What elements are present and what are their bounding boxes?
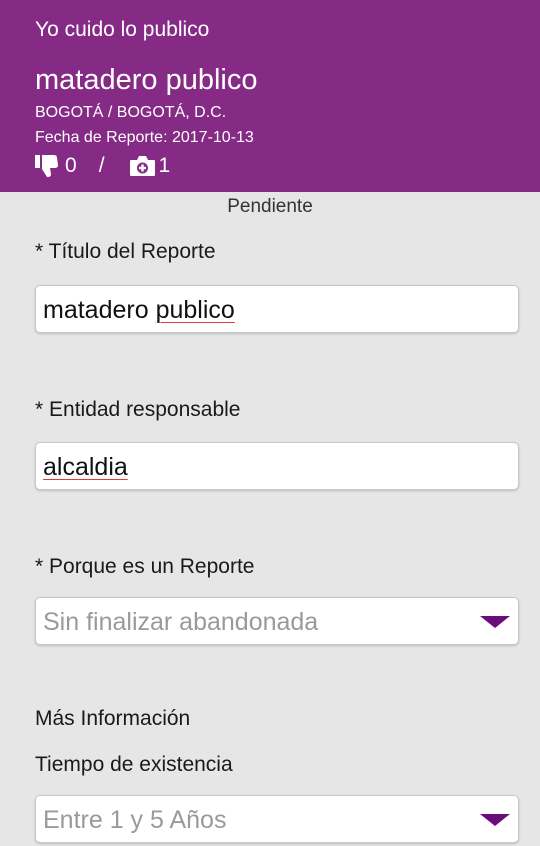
title-input-value: matadero publico (43, 296, 235, 324)
time-label: Tiempo de existencia (35, 753, 233, 776)
photo-count: 1 (158, 154, 171, 177)
entity-input[interactable]: alcaldia (35, 442, 519, 490)
entity-input-value: alcaldia (43, 453, 128, 481)
report-name: matadero publico (35, 64, 258, 96)
dislike-count: 0 (65, 154, 77, 177)
entity-label: * Entidad responsable (35, 398, 241, 421)
title-label: * Título del Reporte (35, 240, 216, 263)
title-input[interactable]: matadero publico (35, 285, 519, 333)
report-stats: 0 / 1 (35, 153, 170, 179)
dropdown-arrow-icon (480, 814, 510, 826)
report-location: BOGOTÁ / BOGOTÁ, D.C. (35, 104, 227, 121)
thumbs-down-icon[interactable] (35, 154, 59, 178)
camera-icon[interactable] (129, 155, 156, 177)
report-status: Pendiente (227, 196, 313, 217)
stats-separator: / (98, 154, 105, 177)
time-select[interactable]: Entre 1 y 5 Años (35, 795, 519, 843)
reason-select[interactable]: Sin finalizar abandonada (35, 597, 519, 645)
app-title: Yo cuido lo publico (35, 18, 210, 41)
report-date: Fecha de Reporte: 2017-10-13 (35, 129, 254, 147)
time-select-value: Entre 1 y 5 Años (43, 806, 227, 834)
reason-label: * Porque es un Reporte (35, 555, 255, 578)
date-value: 2017-10-13 (171, 129, 254, 146)
more-info-label: Más Información (35, 707, 191, 730)
reason-select-value: Sin finalizar abandonada (43, 608, 319, 636)
date-label: Fecha de Reporte: (35, 129, 168, 146)
report-header: Yo cuido lo publico matadero publico BOG… (0, 0, 540, 192)
dropdown-arrow-icon (480, 616, 510, 628)
